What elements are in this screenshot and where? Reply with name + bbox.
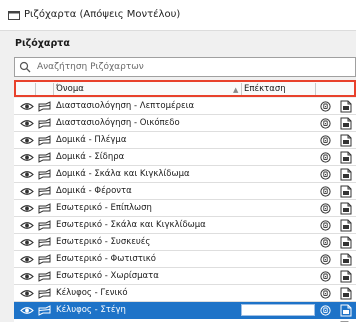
list-item-label: Δομικά - Σκάλα και Κιγκλίδωμα	[56, 169, 190, 179]
layer-icon	[38, 220, 51, 231]
lock-icon[interactable]	[320, 271, 331, 282]
eye-icon[interactable]	[20, 187, 34, 196]
eye-icon[interactable]	[20, 204, 34, 213]
app-icon	[8, 11, 20, 20]
extension-field[interactable]	[241, 304, 315, 316]
layer-icon	[38, 186, 51, 197]
lock-icon[interactable]	[320, 118, 331, 129]
layer-icon	[38, 237, 51, 248]
search-input[interactable]	[37, 60, 337, 74]
document-icon[interactable]	[340, 134, 352, 147]
layer-icon	[38, 152, 51, 163]
layer-icon	[38, 203, 51, 214]
lock-icon[interactable]	[320, 305, 331, 316]
list-item-label: Διαστασιολόγηση - Οικόπεδο	[56, 118, 180, 128]
lock-icon[interactable]	[320, 203, 331, 214]
eye-icon[interactable]	[20, 255, 34, 264]
list-item-label: Εσωτερικό - Χωρίσματα	[56, 271, 159, 281]
list-item-label: Εσωτερικό - Συσκευές	[56, 237, 151, 247]
column-separator	[53, 83, 54, 95]
list-item[interactable]: Εσωτερικό - Συσκευές	[14, 234, 356, 251]
document-icon[interactable]	[340, 304, 352, 317]
lock-icon[interactable]	[320, 288, 331, 299]
layer-icon	[38, 288, 51, 299]
list-item-label: Εσωτερικό - Φωτιστικό	[56, 254, 156, 264]
list-item[interactable]: Εσωτερικό - Φωτιστικό	[14, 251, 356, 268]
document-icon[interactable]	[340, 270, 352, 283]
document-icon[interactable]	[340, 185, 352, 198]
list-item-label: Διαστασιολόγηση - Λεπτομέρεια	[56, 101, 195, 111]
lock-icon[interactable]	[320, 220, 331, 231]
layer-icon	[38, 118, 51, 129]
list-item[interactable]: Δομικά - Σίδηρα	[14, 149, 356, 166]
lock-icon[interactable]	[320, 254, 331, 265]
column-extension-header[interactable]: Επέκταση	[244, 84, 286, 94]
list-item[interactable]: Εσωτερικό - Επίπλωση	[14, 200, 356, 217]
eye-icon[interactable]	[20, 306, 34, 315]
search-box[interactable]	[14, 57, 356, 77]
panel-title: Ριζόχαρτα	[15, 38, 70, 49]
list-item[interactable]: Διαστασιολόγηση - Λεπτομέρεια	[14, 98, 356, 115]
eye-icon[interactable]	[20, 238, 34, 247]
column-header: Όνομα ▲ Επέκταση	[14, 80, 356, 97]
lock-icon[interactable]	[320, 101, 331, 112]
eye-icon[interactable]	[20, 221, 34, 230]
document-icon[interactable]	[340, 253, 352, 266]
lock-icon[interactable]	[320, 169, 331, 180]
eye-icon[interactable]	[20, 272, 34, 281]
layer-icon	[38, 169, 51, 180]
eye-icon[interactable]	[20, 136, 34, 145]
layer-list: Διαστασιολόγηση - Λεπτομέρεια Διαστασιολό…	[14, 98, 356, 322]
list-item-label: Δομικά - Φέροντα	[56, 186, 132, 196]
layer-icon	[38, 135, 51, 146]
eye-icon[interactable]	[20, 102, 34, 111]
list-item-label: Δομικά - Πλέγμα	[56, 135, 127, 145]
lock-icon[interactable]	[320, 186, 331, 197]
document-icon[interactable]	[340, 202, 352, 215]
document-icon[interactable]	[340, 236, 352, 249]
document-icon[interactable]	[340, 100, 352, 113]
eye-icon[interactable]	[20, 170, 34, 179]
column-separator	[315, 83, 316, 95]
layer-icon	[38, 305, 51, 316]
layer-icon	[38, 254, 51, 265]
list-item[interactable]: Εσωτερικό - Σκάλα και Κιγκλίδωμα	[14, 217, 356, 234]
list-item[interactable]: Δομικά - Πλέγμα	[14, 132, 356, 149]
layer-icon	[38, 101, 51, 112]
lock-icon[interactable]	[320, 152, 331, 163]
lock-icon[interactable]	[320, 135, 331, 146]
list-item-label: Κέλυφος - Γενικό	[56, 288, 128, 298]
column-separator	[35, 83, 36, 95]
list-item-label: Δομικά - Σίδηρα	[56, 152, 125, 162]
list-item[interactable]: Δομικά - Φέροντα	[14, 183, 356, 200]
layer-icon	[38, 271, 51, 282]
list-item[interactable]: Δομικά - Σκάλα και Κιγκλίδωμα	[14, 166, 356, 183]
document-icon[interactable]	[340, 117, 352, 130]
eye-icon[interactable]	[20, 289, 34, 298]
list-item-label: Κέλυφος - Στέγη	[56, 305, 126, 315]
eye-icon[interactable]	[20, 153, 34, 162]
list-item-label: Εσωτερικό - Επίπλωση	[56, 203, 152, 213]
column-name-header[interactable]: Όνομα	[56, 84, 84, 94]
lock-icon[interactable]	[320, 237, 331, 248]
list-item[interactable]: Εσωτερικό - Χωρίσματα	[14, 268, 356, 285]
list-item[interactable]: Διαστασιολόγηση - Οικόπεδο	[14, 115, 356, 132]
title-bar: Ριζόχαρτα (Απόψεις Μοντέλου)	[0, 0, 356, 31]
document-icon[interactable]	[340, 219, 352, 232]
sort-ascending-icon: ▲	[233, 86, 239, 94]
document-icon[interactable]	[340, 151, 352, 164]
list-item-label: Εσωτερικό - Σκάλα και Κιγκλίδωμα	[56, 220, 206, 230]
window-title: Ριζόχαρτα (Απόψεις Μοντέλου)	[24, 9, 181, 20]
list-item[interactable]: Κέλυφος - Γενικό	[14, 285, 356, 302]
eye-icon[interactable]	[20, 119, 34, 128]
document-icon[interactable]	[340, 287, 352, 300]
search-icon	[19, 61, 31, 73]
document-icon[interactable]	[340, 168, 352, 181]
list-item[interactable]: Κέλυφος - Στέγη	[14, 302, 356, 319]
column-separator	[241, 83, 242, 95]
